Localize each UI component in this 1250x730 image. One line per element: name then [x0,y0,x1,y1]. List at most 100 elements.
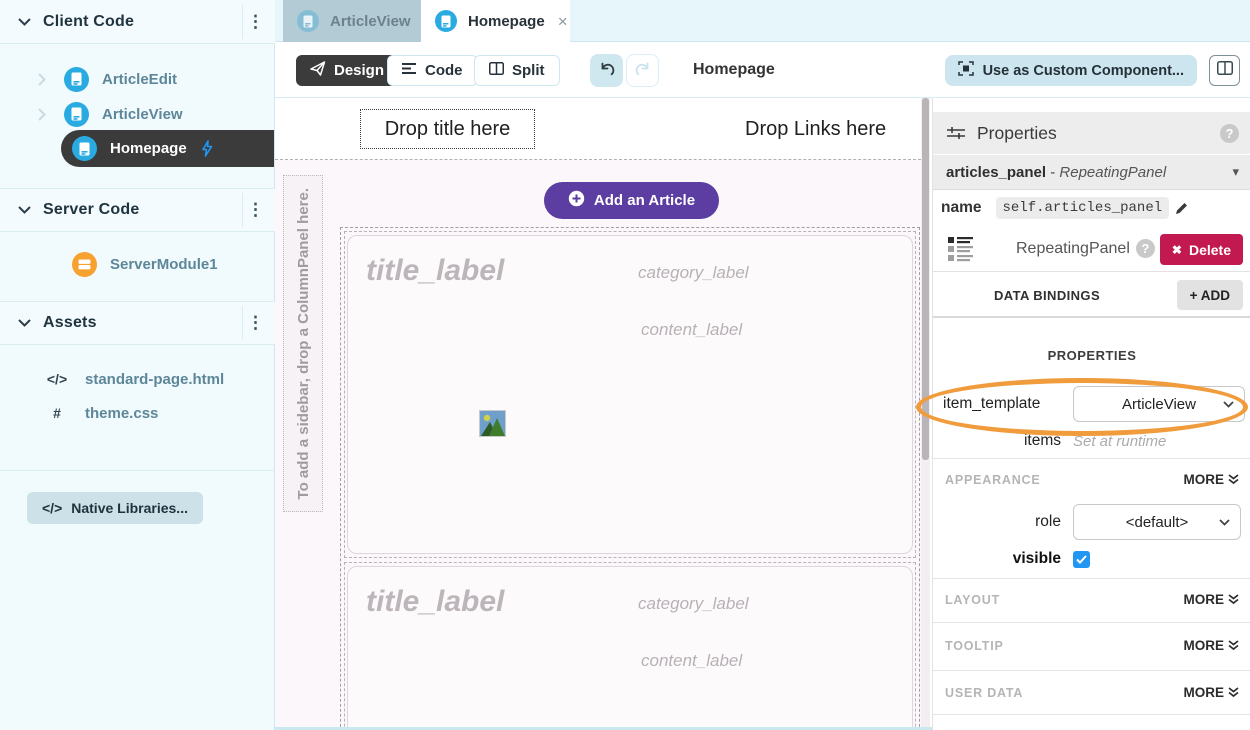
section-server-code[interactable]: Server Code ⋮ [0,188,275,232]
section-assets[interactable]: Assets ⋮ [0,301,275,345]
chevron-down-icon[interactable] [18,18,31,26]
tooltip-more-button[interactable]: MORE [1184,638,1240,653]
properties-header: Properties ? [933,112,1250,154]
user-data-more-button[interactable]: MORE [1184,685,1240,700]
tab-articleview[interactable]: ArticleView [283,0,421,42]
close-icon[interactable]: × [558,13,568,30]
more-label: MORE [1184,592,1225,607]
section-client-code[interactable]: Client Code ⋮ [0,0,275,44]
category-label-placeholder[interactable]: category_label [638,263,749,283]
sidebar-item-label: ArticleView [102,106,183,123]
chevron-down-icon[interactable] [18,206,31,214]
title-label-placeholder[interactable]: title_label [366,585,504,619]
visible-checkbox[interactable] [1073,551,1090,568]
help-icon[interactable]: ? [1220,124,1239,143]
tooltip-label: TOOLTIP [945,639,1004,653]
article-template-card[interactable]: title_label category_label content_label [347,235,913,554]
startup-bolt-icon [201,140,213,157]
edit-pencil-icon[interactable] [1174,201,1189,216]
image-placeholder-icon[interactable] [479,410,506,442]
native-libraries-button[interactable]: </> Native Libraries... [27,492,203,524]
native-libraries-label: Native Libraries... [71,500,188,516]
section-layout: LAYOUT MORE [933,578,1250,620]
component-name-value[interactable]: self.articles_panel [996,197,1170,219]
redo-icon [634,60,652,82]
use-as-custom-component-button[interactable]: Use as Custom Component... [945,55,1197,86]
item-template-row: item_template ArticleView [933,380,1250,428]
page-header-strip: Drop title here Drop Links here [275,98,921,160]
add-article-button[interactable]: Add an Article [544,182,719,219]
design-view-button[interactable]: Design [296,55,398,86]
help-icon[interactable]: ? [1136,239,1155,258]
code-view-button[interactable]: Code [387,55,478,86]
kebab-menu-icon[interactable]: ⋮ [247,188,265,232]
sidebar-item-label: theme.css [85,405,158,422]
canvas-scrollbar[interactable] [921,98,930,727]
page-title: Homepage [693,42,775,98]
add-article-label: Add an Article [594,192,695,209]
drop-title-slot[interactable]: Drop title here [360,109,535,149]
code-label: Code [425,62,463,79]
drop-links-slot[interactable]: Drop Links here [745,98,886,160]
sidebar-item-label: Homepage [110,140,187,157]
sidebar-drop-hint[interactable]: To add a sidebar, drop a ColumnPanel her… [283,175,323,512]
sidebar-item-standard-page[interactable]: </> standard-page.html [0,362,275,396]
chevron-down-icon [1219,519,1230,526]
split-view-button[interactable]: Split [474,55,560,86]
component-selector-dropdown[interactable]: articles_panel - RepeatingPanel ▾ [933,154,1250,190]
layout-label: LAYOUT [945,593,1000,607]
layout-more-button[interactable]: MORE [1184,592,1240,607]
items-value: Set at runtime [1073,433,1166,450]
section-title: Server Code [43,201,139,219]
separator: - [1046,164,1059,181]
sidebar-item-theme-css[interactable]: # theme.css [0,396,275,430]
sidebar-hint-label: To add a sidebar, drop a ColumnPanel her… [295,188,312,499]
kebab-menu-icon[interactable]: ⋮ [247,0,265,44]
role-select[interactable]: <default> [1073,504,1241,540]
use-as-custom-label: Use as Custom Component... [983,63,1184,79]
undo-button[interactable] [590,54,623,87]
chevron-down-icon[interactable] [18,319,31,327]
category-label-placeholder[interactable]: category_label [638,594,749,614]
content-label-placeholder[interactable]: content_label [641,320,742,340]
code-brackets-icon: </> [42,500,62,516]
properties-panel: Properties ? articles_panel - RepeatingP… [932,98,1250,730]
section-container-properties: CONTAINER PROPERTIES MORE [933,714,1250,730]
visible-label: visible [933,550,1061,568]
item-template-select[interactable]: ArticleView [1073,386,1245,422]
html-file-icon: </> [42,371,72,387]
x-icon: ✖ [1172,243,1182,257]
sidebar-item-label: ArticleEdit [102,71,177,88]
design-canvas: Drop title here Drop Links here Add an A… [275,98,921,727]
chevron-right-icon[interactable] [38,108,46,121]
sidebar-item-articleview[interactable]: ArticleView [0,97,275,131]
sidebar-item-articleedit[interactable]: ArticleEdit [0,62,275,96]
section-appearance: APPEARANCE MORE [933,458,1250,500]
data-bindings-row: DATA BINDINGS + ADD [933,272,1250,318]
sidebar-item-homepage[interactable]: Homepage [61,130,274,167]
tab-homepage[interactable]: Homepage × [421,0,570,42]
chevron-right-icon[interactable] [38,73,46,86]
selected-component-name: articles_panel [946,164,1046,181]
title-label-placeholder[interactable]: title_label [366,254,504,288]
sidebar-item-label: standard-page.html [85,371,224,388]
anvil-editor: Client Code ⋮ ArticleEdit ArticleView Ho… [0,0,1250,730]
toggle-panel-button[interactable] [1209,55,1240,86]
visible-row: visible [933,548,1250,570]
scrollbar-thumb[interactable] [922,98,929,460]
css-file-icon: # [42,405,72,421]
component-type-row: RepeatingPanel ? ✖ Delete [933,226,1250,272]
article-template-card[interactable]: title_label category_label content_label [347,566,913,727]
undo-icon [598,60,616,82]
content-label-placeholder[interactable]: content_label [641,651,742,671]
delete-component-button[interactable]: ✖ Delete [1160,234,1243,265]
kebab-menu-icon[interactable]: ⋮ [247,301,265,345]
form-icon [435,10,457,32]
properties-section-label: PROPERTIES [933,348,1250,363]
properties-title: Properties [977,123,1057,144]
sidebar-item-servermodule1[interactable]: ServerModule1 [0,247,275,281]
redo-button[interactable] [626,54,659,87]
appearance-more-button[interactable]: MORE [1184,472,1240,487]
add-data-binding-button[interactable]: + ADD [1177,280,1243,310]
section-title: Client Code [43,13,134,31]
